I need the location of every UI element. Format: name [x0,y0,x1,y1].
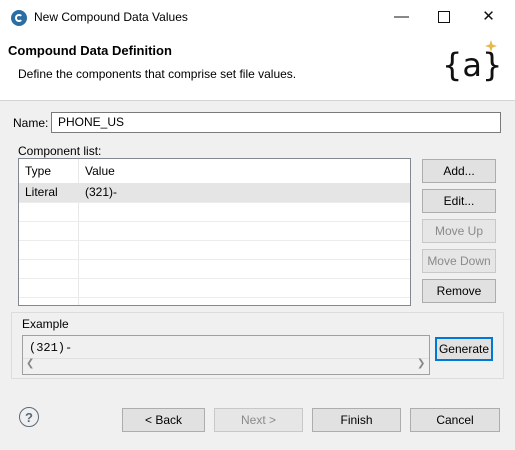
help-icon[interactable]: ? [19,407,39,427]
cancel-button[interactable]: Cancel [410,408,500,432]
example-label: Example [22,317,69,331]
row-divider [19,240,410,241]
generate-button[interactable]: Generate [435,337,493,361]
example-horizontal-scrollbar[interactable] [23,358,429,374]
row-divider [19,202,410,203]
column-header-type[interactable]: Type [19,159,78,183]
next-button[interactable]: Next > [214,408,303,432]
close-icon[interactable]: ✕ [466,0,511,34]
example-output-text: (321)- [29,341,73,355]
scroll-left-icon[interactable]: ❮ [26,358,34,369]
name-label: Name: [13,116,49,130]
minimize-icon[interactable]: — [379,0,424,34]
scroll-right-icon[interactable]: ❯ [417,358,425,369]
column-divider [78,159,79,305]
column-header-value[interactable]: Value [79,159,410,183]
row-divider [19,259,410,260]
compound-data-logo-icon: {a} [440,38,502,88]
row-divider [19,221,410,222]
move-up-button[interactable]: Move Up [422,219,496,243]
logo-text: {a} [442,46,500,84]
finish-button[interactable]: Finish [312,408,401,432]
move-down-button[interactable]: Move Down [422,249,496,273]
maximize-icon[interactable] [421,0,466,34]
back-button[interactable]: < Back [122,408,205,432]
cell-value: (321)- [85,185,118,199]
row-divider [19,297,410,298]
name-input[interactable]: PHONE_US [51,112,501,133]
row-divider [19,278,410,279]
remove-button[interactable]: Remove [422,279,496,303]
header-description: Define the components that comprise set … [18,67,297,81]
edit-button[interactable]: Edit... [422,189,496,213]
component-table[interactable]: Type Value Literal (321)- [18,158,411,306]
add-button[interactable]: Add... [422,159,496,183]
component-list-label: Component list: [18,144,102,158]
table-row[interactable]: Literal (321)- [19,183,410,202]
window-title: New Compound Data Values [34,10,188,24]
cell-type: Literal [25,185,58,199]
header-title: Compound Data Definition [8,43,172,58]
app-icon [11,10,27,26]
